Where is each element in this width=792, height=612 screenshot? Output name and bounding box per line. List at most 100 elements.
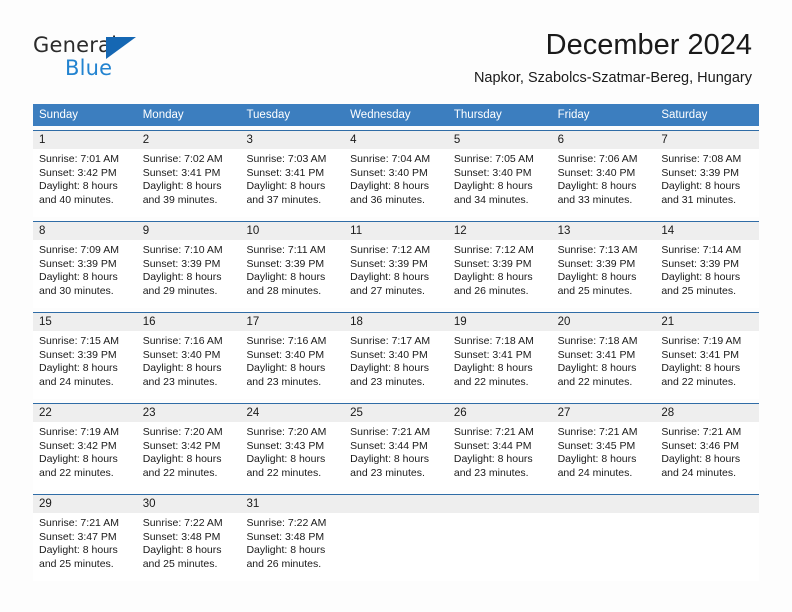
page-subtitle-location: Napkor, Szabolcs-Szatmar-Bereg, Hungary — [473, 70, 752, 86]
day-number[interactable]: 25 — [344, 404, 448, 422]
day-number[interactable]: 30 — [137, 495, 241, 513]
sunrise-text: Sunrise: 7:11 AM — [246, 244, 326, 256]
daylight-text-line2: and 33 minutes. — [557, 193, 633, 206]
day-cell[interactable]: Sunrise: 7:05 AM Sunset: 3:40 PM Dayligh… — [448, 149, 552, 217]
day-cell[interactable]: Sunrise: 7:10 AM Sunset: 3:39 PM Dayligh… — [137, 240, 241, 308]
sunset-text: Sunset: 3:44 PM — [453, 439, 532, 452]
daylight-text-line2: and 22 minutes. — [557, 375, 633, 388]
day-cell[interactable]: Sunrise: 7:12 AM Sunset: 3:39 PM Dayligh… — [344, 240, 448, 308]
daylight-text-line2: and 27 minutes. — [350, 284, 425, 297]
daylight-text-line2: and 22 minutes. — [246, 466, 322, 479]
day-cell[interactable]: Sunrise: 7:01 AM Sunset: 3:42 PM Dayligh… — [33, 149, 137, 217]
day-number[interactable]: 16 — [137, 313, 241, 331]
sunset-text: Sunset: 3:45 PM — [557, 439, 636, 452]
day-cell[interactable]: Sunrise: 7:03 AM Sunset: 3:41 PM Dayligh… — [240, 149, 344, 217]
day-number[interactable]: 20 — [552, 313, 656, 331]
weekday-header-monday: Monday — [142, 109, 184, 121]
day-number[interactable]: 6 — [552, 131, 656, 149]
daylight-text-line1: Daylight: 8 hours — [246, 271, 326, 284]
day-cell[interactable]: Sunrise: 7:16 AM Sunset: 3:40 PM Dayligh… — [137, 331, 241, 399]
day-number[interactable]: 7 — [655, 131, 759, 149]
daylight-text-line2: and 25 minutes. — [39, 557, 114, 570]
day-cell[interactable]: Sunrise: 7:22 AM Sunset: 3:48 PM Dayligh… — [137, 513, 241, 581]
day-number[interactable]: 26 — [448, 404, 552, 422]
day-number[interactable]: 2 — [137, 131, 241, 149]
daylight-text-line2: and 39 minutes. — [142, 193, 218, 206]
daylight-text-line2: and 36 minutes. — [350, 193, 425, 206]
day-cell[interactable]: Sunrise: 7:19 AM Sunset: 3:42 PM Dayligh… — [33, 422, 137, 490]
day-number[interactable]: 19 — [448, 313, 552, 331]
day-cell[interactable]: Sunrise: 7:14 AM Sunset: 3:39 PM Dayligh… — [655, 240, 759, 308]
day-number[interactable]: 29 — [33, 495, 137, 513]
day-number-empty — [448, 495, 552, 513]
day-number[interactable]: 10 — [240, 222, 344, 240]
calendar-grid: Sunday Monday Tuesday Wednesday Thursday… — [33, 104, 759, 581]
sunrise-text: Sunrise: 7:01 AM — [39, 153, 119, 165]
day-number[interactable]: 18 — [344, 313, 448, 331]
day-cell[interactable]: Sunrise: 7:08 AM Sunset: 3:39 PM Dayligh… — [655, 149, 759, 217]
daylight-text-line1: Daylight: 8 hours — [142, 180, 222, 193]
day-cell[interactable]: Sunrise: 7:20 AM Sunset: 3:43 PM Dayligh… — [240, 422, 344, 490]
day-number[interactable]: 15 — [33, 313, 137, 331]
daylight-text-line1: Daylight: 8 hours — [350, 453, 429, 466]
day-number[interactable]: 13 — [552, 222, 656, 240]
sunrise-text: Sunrise: 7:21 AM — [350, 426, 431, 438]
week-row: 29 30 31 Sunrise: 7:21 AM Sunset: 3:47 P… — [33, 494, 759, 581]
week-row: 22 23 24 25 26 27 28 Sunrise: 7:19 AM Su… — [33, 403, 759, 490]
day-cell[interactable]: Sunrise: 7:21 AM Sunset: 3:47 PM Dayligh… — [33, 513, 137, 581]
daylight-text-line1: Daylight: 8 hours — [557, 271, 637, 284]
day-cell[interactable]: Sunrise: 7:21 AM Sunset: 3:45 PM Dayligh… — [552, 422, 656, 490]
daylight-text-line1: Daylight: 8 hours — [246, 544, 326, 557]
day-number[interactable]: 12 — [448, 222, 552, 240]
day-number[interactable]: 4 — [344, 131, 448, 149]
sunrise-text: Sunrise: 7:19 AM — [661, 335, 742, 347]
day-number[interactable]: 31 — [240, 495, 344, 513]
day-cell[interactable]: Sunrise: 7:11 AM Sunset: 3:39 PM Dayligh… — [240, 240, 344, 308]
day-cell[interactable]: Sunrise: 7:18 AM Sunset: 3:41 PM Dayligh… — [552, 331, 656, 399]
day-number[interactable]: 14 — [655, 222, 759, 240]
day-cell[interactable]: Sunrise: 7:22 AM Sunset: 3:48 PM Dayligh… — [240, 513, 344, 581]
day-cell[interactable]: Sunrise: 7:21 AM Sunset: 3:44 PM Dayligh… — [344, 422, 448, 490]
day-cell[interactable]: Sunrise: 7:21 AM Sunset: 3:46 PM Dayligh… — [655, 422, 759, 490]
day-number[interactable]: 23 — [137, 404, 241, 422]
sunrise-text: Sunrise: 7:10 AM — [142, 244, 223, 256]
day-cell[interactable]: Sunrise: 7:02 AM Sunset: 3:41 PM Dayligh… — [137, 149, 241, 217]
day-cell[interactable]: Sunrise: 7:18 AM Sunset: 3:41 PM Dayligh… — [448, 331, 552, 399]
daylight-text-line1: Daylight: 8 hours — [142, 544, 222, 557]
day-number[interactable]: 3 — [240, 131, 344, 149]
sunrise-text: Sunrise: 7:13 AM — [557, 244, 638, 256]
day-cell[interactable]: Sunrise: 7:06 AM Sunset: 3:40 PM Dayligh… — [552, 149, 656, 217]
day-number[interactable]: 5 — [448, 131, 552, 149]
sunrise-text: Sunrise: 7:16 AM — [142, 335, 223, 347]
daylight-text-line1: Daylight: 8 hours — [39, 362, 118, 375]
day-cell[interactable]: Sunrise: 7:17 AM Sunset: 3:40 PM Dayligh… — [344, 331, 448, 399]
day-cell[interactable]: Sunrise: 7:16 AM Sunset: 3:40 PM Dayligh… — [240, 331, 344, 399]
week-row: 1 2 3 4 5 6 7 Sunrise: 7:01 AM Sunset: 3… — [33, 130, 759, 217]
day-cell[interactable]: Sunrise: 7:13 AM Sunset: 3:39 PM Dayligh… — [552, 240, 656, 308]
day-number[interactable]: 22 — [33, 404, 137, 422]
day-cell[interactable]: Sunrise: 7:19 AM Sunset: 3:41 PM Dayligh… — [655, 331, 759, 399]
day-cell[interactable]: Sunrise: 7:12 AM Sunset: 3:39 PM Dayligh… — [448, 240, 552, 308]
daylight-text-line1: Daylight: 8 hours — [453, 180, 533, 193]
day-cell[interactable]: Sunrise: 7:04 AM Sunset: 3:40 PM Dayligh… — [344, 149, 448, 217]
day-number[interactable]: 27 — [552, 404, 656, 422]
weekday-header-thursday: Thursday — [453, 109, 502, 121]
sunrise-text: Sunrise: 7:21 AM — [39, 517, 119, 529]
day-number[interactable]: 24 — [240, 404, 344, 422]
sunset-text: Sunset: 3:44 PM — [350, 439, 428, 452]
day-cell[interactable]: Sunrise: 7:21 AM Sunset: 3:44 PM Dayligh… — [448, 422, 552, 490]
day-number[interactable]: 21 — [655, 313, 759, 331]
day-cell[interactable]: Sunrise: 7:15 AM Sunset: 3:39 PM Dayligh… — [33, 331, 137, 399]
day-number[interactable]: 9 — [137, 222, 241, 240]
day-cell[interactable]: Sunrise: 7:09 AM Sunset: 3:39 PM Dayligh… — [33, 240, 137, 308]
day-number[interactable]: 17 — [240, 313, 344, 331]
daylight-text-line2: and 23 minutes. — [142, 375, 218, 388]
day-cell[interactable]: Sunrise: 7:20 AM Sunset: 3:42 PM Dayligh… — [137, 422, 241, 490]
sunset-text: Sunset: 3:39 PM — [142, 257, 221, 270]
day-number[interactable]: 8 — [33, 222, 137, 240]
weekday-header-tuesday: Tuesday — [246, 109, 291, 121]
sunrise-text: Sunrise: 7:18 AM — [557, 335, 638, 347]
day-number[interactable]: 11 — [344, 222, 448, 240]
day-number[interactable]: 28 — [655, 404, 759, 422]
day-number[interactable]: 1 — [33, 131, 137, 149]
